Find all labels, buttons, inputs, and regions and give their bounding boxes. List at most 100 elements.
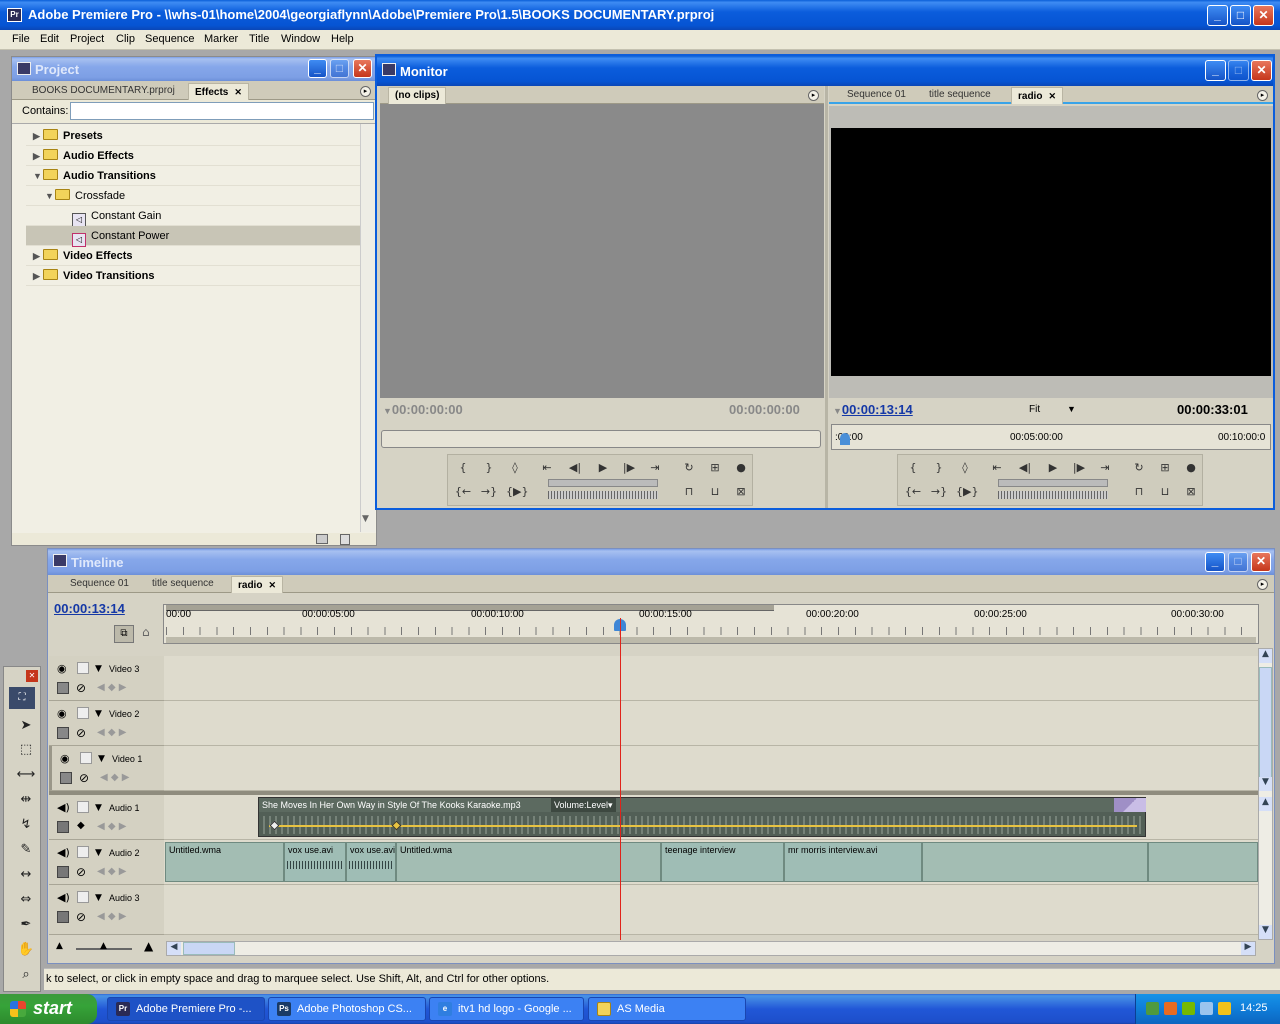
audio-clip-she-moves[interactable]: She Moves In Her Own Way in Style Of The… — [258, 797, 1146, 837]
keyframe-nav-icon[interactable]: ◀ ◆ ▶ — [97, 911, 126, 922]
timeline-horizontal-scrollbar[interactable]: ◀ ▶ — [166, 941, 1256, 956]
expand-triangle-icon[interactable]: ▶ — [33, 246, 43, 266]
tree-item-audio-effects[interactable]: ▶ Audio Effects — [26, 146, 370, 166]
timeline-zoom-slider[interactable]: ▲ ▲ ▲ — [52, 939, 164, 955]
lock-toggle[interactable] — [77, 846, 89, 858]
collapse-triangle-icon[interactable]: ▼ — [98, 754, 105, 764]
audio-clip[interactable] — [922, 842, 1148, 882]
play-button[interactable]: ▶ — [1044, 459, 1062, 477]
set-marker-button[interactable]: ◊ — [506, 459, 524, 477]
tree-item-audio-transitions[interactable]: ▼ Audio Transitions — [26, 166, 370, 186]
menu-window[interactable]: Window — [281, 33, 320, 45]
volume-dropdown[interactable]: Volume:Level▾ — [551, 798, 616, 812]
safe-margins-button[interactable]: ⊞ — [1156, 459, 1174, 477]
display-waveform-icon[interactable] — [57, 866, 69, 878]
scroll-down-icon[interactable]: ▼ — [1259, 925, 1272, 939]
track-video-3[interactable] — [164, 656, 1258, 701]
step-back-button[interactable]: ◀| — [1016, 459, 1034, 477]
audio-clip[interactable]: teenage interview — [661, 842, 784, 882]
start-button[interactable]: start — [0, 994, 97, 1024]
lock-toggle[interactable] — [77, 891, 89, 903]
eye-icon[interactable]: ◉ — [57, 662, 67, 675]
tab-radio[interactable]: radio ✕ — [231, 576, 283, 593]
tray-icon-volume[interactable] — [1200, 1002, 1213, 1015]
safe-margins-button[interactable]: ⊞ — [706, 459, 724, 477]
app-title-bar[interactable]: Pr Adobe Premiere Pro - \\whs-01\home\20… — [0, 0, 1280, 30]
track-header-video-3[interactable]: ◉ ▼ Video 3 ⊘ ◀ ◆ ▶ — [49, 656, 164, 701]
expand-triangle-icon[interactable]: ▶ — [33, 266, 43, 286]
menu-marker[interactable]: Marker — [204, 33, 238, 45]
rolling-edit-tool-icon[interactable]: ⇹ — [12, 789, 40, 811]
snap-button[interactable]: ⧉ — [114, 625, 134, 643]
scroll-left-icon[interactable]: ◀ — [167, 942, 181, 955]
menu-file[interactable]: File — [12, 33, 30, 45]
tray-icon-network[interactable] — [1146, 1002, 1159, 1015]
zoom-in-icon[interactable]: ▲ — [144, 939, 153, 953]
tray-icon-shield[interactable] — [1218, 1002, 1231, 1015]
go-to-next-edit-button[interactable]: →} — [930, 483, 948, 501]
track-audio-1[interactable]: She Moves In Her Own Way in Style Of The… — [164, 795, 1258, 840]
lock-toggle[interactable] — [77, 707, 89, 719]
scroll-up-icon[interactable]: ▲ — [1259, 797, 1272, 811]
go-to-next-edit-button[interactable]: →} — [480, 483, 498, 501]
show-keyframes-icon[interactable]: ⊘ — [76, 681, 86, 695]
eye-icon[interactable]: ◉ — [60, 752, 70, 765]
eye-icon[interactable]: ◉ — [57, 707, 67, 720]
monitor-close-button[interactable]: ✕ — [1251, 60, 1272, 81]
timeline-maximize-button[interactable]: □ — [1228, 552, 1248, 572]
track-header-audio-1[interactable]: ◀) ▼ Audio 1 ◆ ◀ ◆ ▶ — [49, 795, 164, 840]
tab-close-icon[interactable]: ✕ — [268, 580, 276, 590]
tree-item-crossfade[interactable]: ▼ Crossfade — [26, 186, 370, 206]
shuttle-slider[interactable] — [998, 479, 1108, 487]
insert-button[interactable]: ⊓ — [680, 483, 698, 501]
lock-toggle[interactable] — [80, 752, 92, 764]
tray-icon-nvidia[interactable] — [1182, 1002, 1195, 1015]
zoom-bar[interactable] — [166, 637, 1256, 643]
play-in-to-out-button[interactable]: {▶} — [956, 483, 978, 501]
go-to-out-button[interactable]: ⇥ — [646, 459, 664, 477]
ripple-edit-tool-icon[interactable]: ⟷ — [12, 764, 40, 786]
project-title-bar[interactable]: Project _ □ ✕ — [12, 57, 376, 81]
timeline-close-button[interactable]: ✕ — [1251, 552, 1271, 572]
zoom-out-icon[interactable]: ▲ — [56, 941, 63, 951]
taskbar-item-premiere[interactable]: Pr Adobe Premiere Pro -... — [107, 997, 265, 1021]
maximize-button[interactable]: □ — [1230, 5, 1251, 26]
slide-tool-icon[interactable]: ⇔ — [12, 889, 40, 911]
show-keyframes-icon[interactable]: ⊘ — [79, 771, 89, 785]
rate-stretch-tool-icon[interactable]: ↯ — [12, 814, 40, 836]
trim-button[interactable]: ⊠ — [732, 483, 750, 501]
zoom-select[interactable]: Fit ▼ — [1029, 404, 1079, 415]
speaker-icon[interactable]: ◀) — [57, 846, 70, 859]
show-keyframes-icon[interactable]: ⊘ — [76, 726, 86, 740]
scroll-right-icon[interactable]: ▶ — [1241, 942, 1255, 955]
taskbar-item-folder[interactable]: AS Media — [588, 997, 746, 1021]
source-timecode-left[interactable]: ▼00:00:00:00 — [383, 402, 463, 417]
menu-help[interactable]: Help — [331, 33, 354, 45]
tree-item-constant-gain[interactable]: ◁ Constant Gain — [26, 206, 370, 227]
menu-sequence[interactable]: Sequence — [145, 33, 195, 45]
mark-in-button[interactable]: { — [904, 459, 922, 477]
collapse-triangle-icon[interactable]: ▼ — [95, 803, 102, 813]
clock[interactable]: 14:25 — [1240, 1002, 1268, 1014]
audio-clip[interactable]: Untitled.wma — [165, 842, 284, 882]
audio-clip[interactable]: Untitled.wma — [396, 842, 661, 882]
expand-triangle-icon[interactable]: ▶ — [33, 146, 43, 166]
shuttle-slider[interactable] — [548, 479, 658, 487]
collapse-triangle-icon[interactable]: ▼ — [33, 166, 43, 186]
zoom-thumb-icon[interactable]: ▲ — [100, 941, 107, 951]
go-to-in-button[interactable]: ⇤ — [988, 459, 1006, 477]
step-back-button[interactable]: ◀| — [566, 459, 584, 477]
loop-button[interactable]: ↻ — [680, 459, 698, 477]
monitor-title-bar[interactable]: Monitor _ □ ✕ — [377, 56, 1273, 86]
keyframe-nav-icon[interactable]: ◀ ◆ ▶ — [97, 866, 126, 877]
overlay-button[interactable]: ⊔ — [706, 483, 724, 501]
tab-title-sequence[interactable]: title sequence — [923, 87, 997, 104]
display-waveform-icon[interactable] — [57, 911, 69, 923]
mini-playhead-icon[interactable] — [840, 433, 850, 445]
track-audio-2[interactable]: Untitled.wma vox use.avi vox use.avi Unt… — [164, 840, 1258, 885]
audio-clip[interactable]: vox use.avi — [284, 842, 346, 882]
monitor-maximize-button[interactable]: □ — [1228, 60, 1249, 81]
tab-sequence-01[interactable]: Sequence 01 — [841, 87, 912, 104]
go-to-in-button[interactable]: ⇤ — [538, 459, 556, 477]
lift-button[interactable]: ⊓ — [1130, 483, 1148, 501]
